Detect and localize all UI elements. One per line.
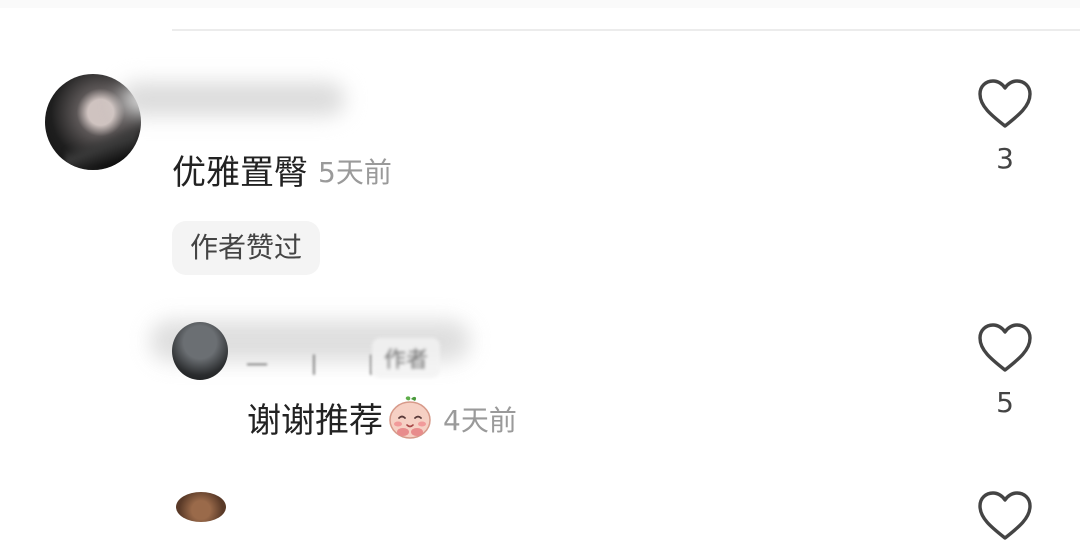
comment-body: 优雅置臀 [172, 153, 308, 193]
comment-text[interactable]: 优雅置臀 5天前 [172, 145, 392, 194]
divider [172, 29, 1080, 31]
comment-text[interactable]: 谢谢推荐 4天前 [247, 393, 517, 442]
comment-time: 5天前 [318, 156, 392, 189]
author-liked-badge: 作者赞过 [172, 221, 321, 275]
avatar[interactable] [176, 492, 226, 522]
like-button[interactable] [975, 490, 1035, 542]
top-edge [0, 0, 1080, 8]
username-obscured [120, 82, 345, 116]
like-count: 5 [996, 386, 1014, 419]
heart-icon [978, 491, 1032, 540]
avatar[interactable] [172, 322, 228, 380]
like-button[interactable]: 5 [975, 322, 1035, 419]
author-tag: 作者 [372, 338, 441, 378]
comment-time: 4天前 [443, 404, 517, 437]
heart-icon [978, 323, 1032, 372]
heart-icon [978, 79, 1032, 128]
like-button[interactable]: 3 [975, 78, 1035, 175]
like-count: 3 [996, 142, 1014, 175]
blushing-face-emoji-icon [389, 396, 431, 439]
comment-body: 谢谢推荐 [247, 401, 383, 441]
